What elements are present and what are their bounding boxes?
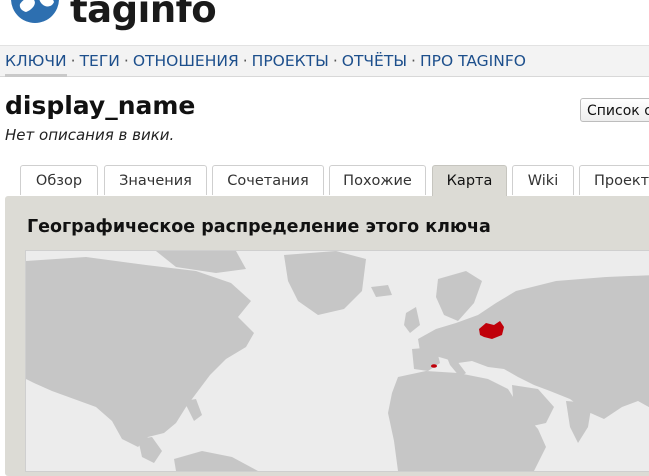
globe-icon — [11, 0, 59, 23]
tab-overview[interactable]: Обзор — [20, 165, 98, 195]
nav-separator: · — [332, 52, 338, 70]
nav-separator: · — [70, 52, 76, 70]
nav-item-keys[interactable]: КЛЮЧИ — [5, 52, 67, 77]
world-map — [26, 251, 649, 471]
tab-combinations[interactable]: Сочетания — [212, 165, 324, 195]
tab-map[interactable]: Карта — [432, 165, 507, 197]
header: taginfo — [0, 0, 649, 40]
tab-similar[interactable]: Похожие — [329, 165, 426, 195]
logo[interactable]: taginfo — [70, 0, 217, 31]
distribution-map[interactable] — [25, 250, 649, 472]
nav-separator: · — [242, 52, 248, 70]
logo-text-tag: tag — [70, 0, 138, 31]
panel-title: Географическое распределение этого ключа — [27, 217, 491, 237]
nav-separator: · — [411, 52, 416, 70]
tab-projects[interactable]: Проект — [579, 165, 649, 195]
nav-separator: · — [123, 52, 129, 70]
logo-text-info: info — [137, 0, 217, 31]
nav-item-relations[interactable]: ОТНОШЕНИЯ — [133, 52, 239, 70]
page-title: display_name — [5, 91, 196, 120]
tab-bar: Обзор Значения Сочетания Похожие Карта W… — [0, 165, 649, 197]
land-masses — [26, 251, 649, 471]
page-description: Нет описания в вики. — [5, 126, 175, 144]
nav-item-projects[interactable]: ПРОЕКТЫ — [252, 52, 329, 70]
tab-wiki[interactable]: Wiki — [512, 165, 574, 195]
nav-item-tags[interactable]: ТЕГИ — [80, 52, 120, 70]
nav-item-reports[interactable]: ОТЧЁТЫ — [342, 52, 407, 70]
language-list-button[interactable]: Список о — [580, 98, 649, 122]
main-nav: КЛЮЧИ · ТЕГИ · ОТНОШЕНИЯ · ПРОЕКТЫ · ОТЧЁТЫ · ПРО … — [0, 45, 649, 77]
nav-item-about[interactable]: ПРО TAGINFO — [420, 52, 526, 70]
tab-values[interactable]: Значения — [104, 165, 207, 195]
hotspot-spain — [431, 364, 437, 368]
